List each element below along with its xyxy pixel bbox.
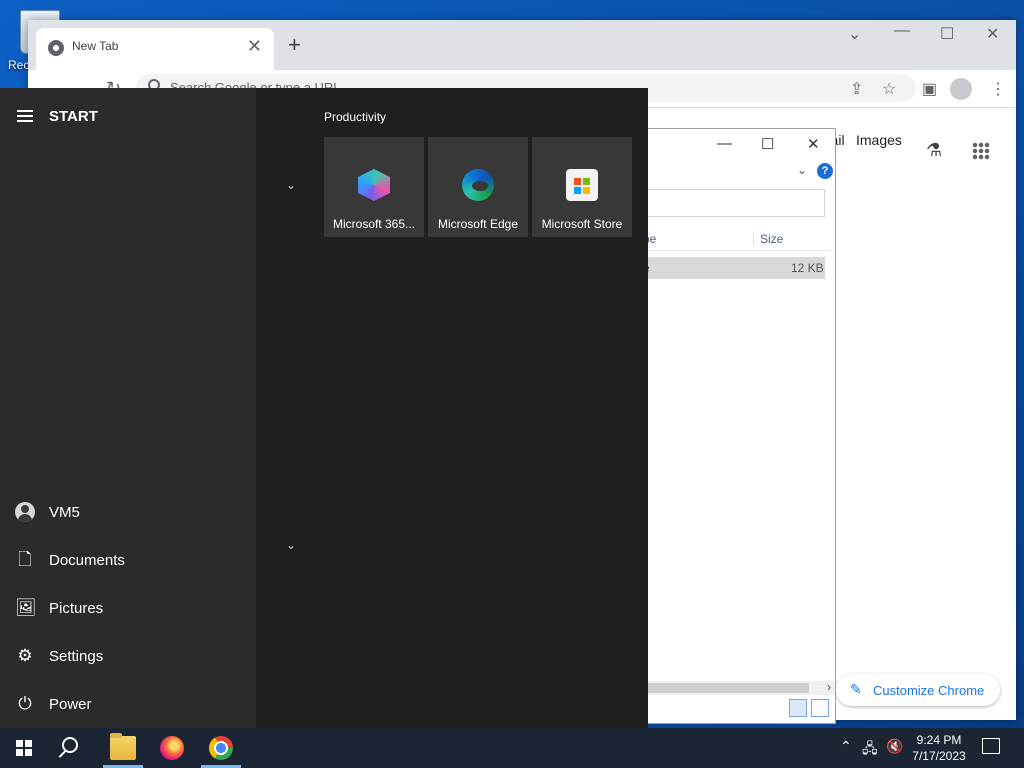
pictures-icon: 🖼 <box>15 598 37 617</box>
ribbon-expand-chevron-icon[interactable]: ⌄ <box>797 163 807 177</box>
scroll-right-arrow-icon[interactable]: › <box>827 680 831 694</box>
side-panel-icon[interactable]: ▣ <box>922 79 937 99</box>
large-icons-view-icon[interactable] <box>811 699 829 717</box>
chrome-menu-icon[interactable]: ⋮ <box>990 79 1006 99</box>
action-center-icon[interactable] <box>982 738 1000 754</box>
taskbar-search-icon[interactable] <box>62 737 78 753</box>
tile-group-title: Productivity <box>324 110 387 124</box>
google-apps-icon[interactable] <box>972 142 990 160</box>
customize-chrome-button[interactable]: ✎ Customize Chrome <box>836 674 1000 706</box>
user-name: VM5 <box>49 504 80 521</box>
tile-microsoft-edge[interactable]: Microsoft Edge <box>428 137 528 237</box>
power-label: Power <box>49 696 92 713</box>
document-icon: 🗋 <box>18 550 32 569</box>
start-button-windows-icon[interactable] <box>16 740 32 756</box>
column-size-header[interactable]: Size <box>753 232 783 246</box>
pencil-icon: ✎ <box>850 681 862 697</box>
profile-avatar-icon[interactable] <box>950 78 972 100</box>
share-icon[interactable]: ⇪ <box>850 79 863 99</box>
rail-item-pictures[interactable]: 🖼 Pictures <box>0 586 256 630</box>
store-icon <box>566 169 598 201</box>
tile-microsoft-store[interactable]: Microsoft Store <box>532 137 632 237</box>
group-collapse-chevron-icon-2[interactable]: ⌄ <box>286 538 296 552</box>
firefox-icon[interactable] <box>160 736 184 760</box>
start-title: START <box>49 108 98 125</box>
group-collapse-chevron-icon[interactable]: ⌄ <box>286 178 296 192</box>
chrome-favicon-icon <box>48 40 64 56</box>
settings-label: Settings <box>49 648 104 665</box>
gear-icon: ⚙ <box>17 646 33 665</box>
explorer-maximize-button[interactable]: ☐ <box>761 135 774 153</box>
rail-item-settings[interactable]: ⚙ Settings <box>0 634 256 678</box>
taskbar-clock[interactable]: 9:24 PM 7/17/2023 <box>900 732 978 764</box>
power-icon: ⏻ <box>18 694 32 713</box>
bookmark-star-icon[interactable]: ☆ <box>882 79 896 99</box>
tile-label: Microsoft Edge <box>437 217 519 231</box>
tab-strip: New Tab ✕ + ⌄ — ☐ ✕ <box>28 20 1016 70</box>
close-window-button[interactable]: ✕ <box>986 24 999 44</box>
images-link[interactable]: Images <box>856 132 902 148</box>
start-menu: START VM5 🗋 Documents 🖼 Pictures ⚙ Setti… <box>0 88 648 728</box>
explorer-close-button[interactable]: ✕ <box>807 135 820 153</box>
file-size-cell: 12 KB <box>791 261 824 275</box>
rail-item-power[interactable]: ⏻ Power <box>0 682 256 726</box>
tile-microsoft-365[interactable]: Microsoft 365... <box>324 137 424 237</box>
pictures-label: Pictures <box>49 600 104 617</box>
rail-item-documents[interactable]: 🗋 Documents <box>0 538 256 582</box>
tab-close-button[interactable]: ✕ <box>247 36 262 57</box>
clock-time: 9:24 PM <box>916 733 962 747</box>
rail-item-user[interactable]: VM5 <box>0 490 256 534</box>
network-icon[interactable]: 🖧 <box>862 738 878 762</box>
details-view-icon[interactable] <box>789 699 807 717</box>
tile-label: Microsoft 365... <box>332 217 416 231</box>
user-avatar-icon <box>15 502 35 522</box>
documents-label: Documents <box>49 552 125 569</box>
clock-date: 7/17/2023 <box>912 749 966 763</box>
tile-label: Microsoft Store <box>541 217 623 231</box>
tab-new-tab[interactable]: New Tab ✕ <box>36 28 274 70</box>
chrome-icon[interactable] <box>209 736 233 760</box>
customize-chrome-label: Customize Chrome <box>873 683 985 698</box>
minimize-button[interactable]: — <box>894 22 910 40</box>
tab-title: New Tab <box>72 39 119 53</box>
microsoft-365-icon <box>358 169 390 201</box>
maximize-button[interactable]: ☐ <box>940 24 954 44</box>
labs-flask-icon[interactable]: ⚗ <box>926 140 942 161</box>
help-icon[interactable]: ? <box>817 163 833 179</box>
file-explorer-icon[interactable] <box>110 733 136 760</box>
new-tab-button[interactable]: + <box>288 32 301 58</box>
tab-search-chevron-icon[interactable]: ⌄ <box>848 24 861 44</box>
show-hidden-icons-chevron-icon[interactable]: ⌃ <box>840 738 852 755</box>
hamburger-menu-icon[interactable] <box>17 110 33 122</box>
taskbar: ⌃ 🖧 🔇 9:24 PM 7/17/2023 <box>0 728 1024 768</box>
recycle-bin-label: Rec <box>8 58 30 72</box>
view-switcher <box>789 699 829 719</box>
explorer-minimize-button[interactable]: — <box>717 135 732 152</box>
start-rail: START VM5 🗋 Documents 🖼 Pictures ⚙ Setti… <box>0 88 256 728</box>
edge-icon <box>462 169 494 201</box>
